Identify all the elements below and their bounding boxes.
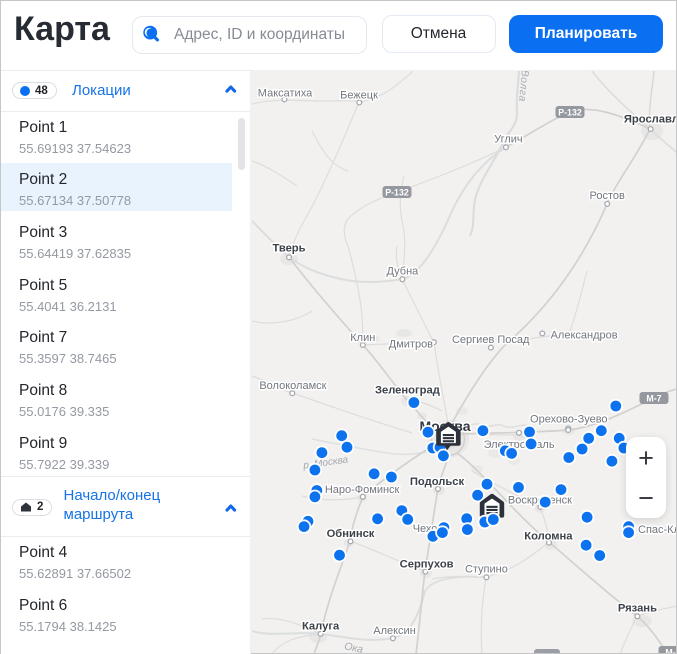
svg-text:Спас-Клепики: Спас-Клепики <box>638 524 676 536</box>
svg-text:Александров: Александров <box>551 329 618 341</box>
svg-text:Серпухов: Серпухов <box>400 558 454 570</box>
svg-text:Зеленоград: Зеленоград <box>375 384 440 396</box>
svg-text:Сергиев Посад: Сергиев Посад <box>452 334 530 346</box>
svg-text:Алексин: Алексин <box>373 625 416 637</box>
svg-text:М-7: М-7 <box>646 393 661 403</box>
svg-text:Бежецк: Бежецк <box>340 90 378 102</box>
svg-text:Клин: Клин <box>350 332 375 344</box>
svg-text:Электросталь: Электросталь <box>484 439 555 451</box>
svg-text:Углич: Углич <box>494 134 523 146</box>
svg-text:Ростов: Ростов <box>590 190 626 202</box>
svg-text:Дубна: Дубна <box>386 266 419 278</box>
svg-text:Р-132: Р-132 <box>558 107 582 117</box>
svg-text:Ярославль: Ярославль <box>624 114 676 126</box>
svg-text:Калуга: Калуга <box>302 620 340 632</box>
svg-text:М-5: М-5 <box>665 647 676 653</box>
svg-text:Максатиха: Максатиха <box>258 88 313 100</box>
svg-text:Рязань: Рязань <box>618 603 657 615</box>
svg-text:Дмитров: Дмитров <box>389 339 433 351</box>
svg-text:Подольск: Подольск <box>410 476 465 488</box>
svg-text:Волоколамск: Волоколамск <box>259 380 326 392</box>
svg-text:Орехово-Зуево: Орехово-Зуево <box>530 414 608 426</box>
svg-text:Наро-Фоминск: Наро-Фоминск <box>325 484 400 496</box>
svg-text:Р-132: Р-132 <box>385 187 409 197</box>
svg-text:Ступино: Ступино <box>465 564 508 576</box>
svg-text:Коломна: Коломна <box>524 530 573 542</box>
svg-text:Тверь: Тверь <box>272 243 305 255</box>
svg-text:Обнинск: Обнинск <box>327 528 375 540</box>
